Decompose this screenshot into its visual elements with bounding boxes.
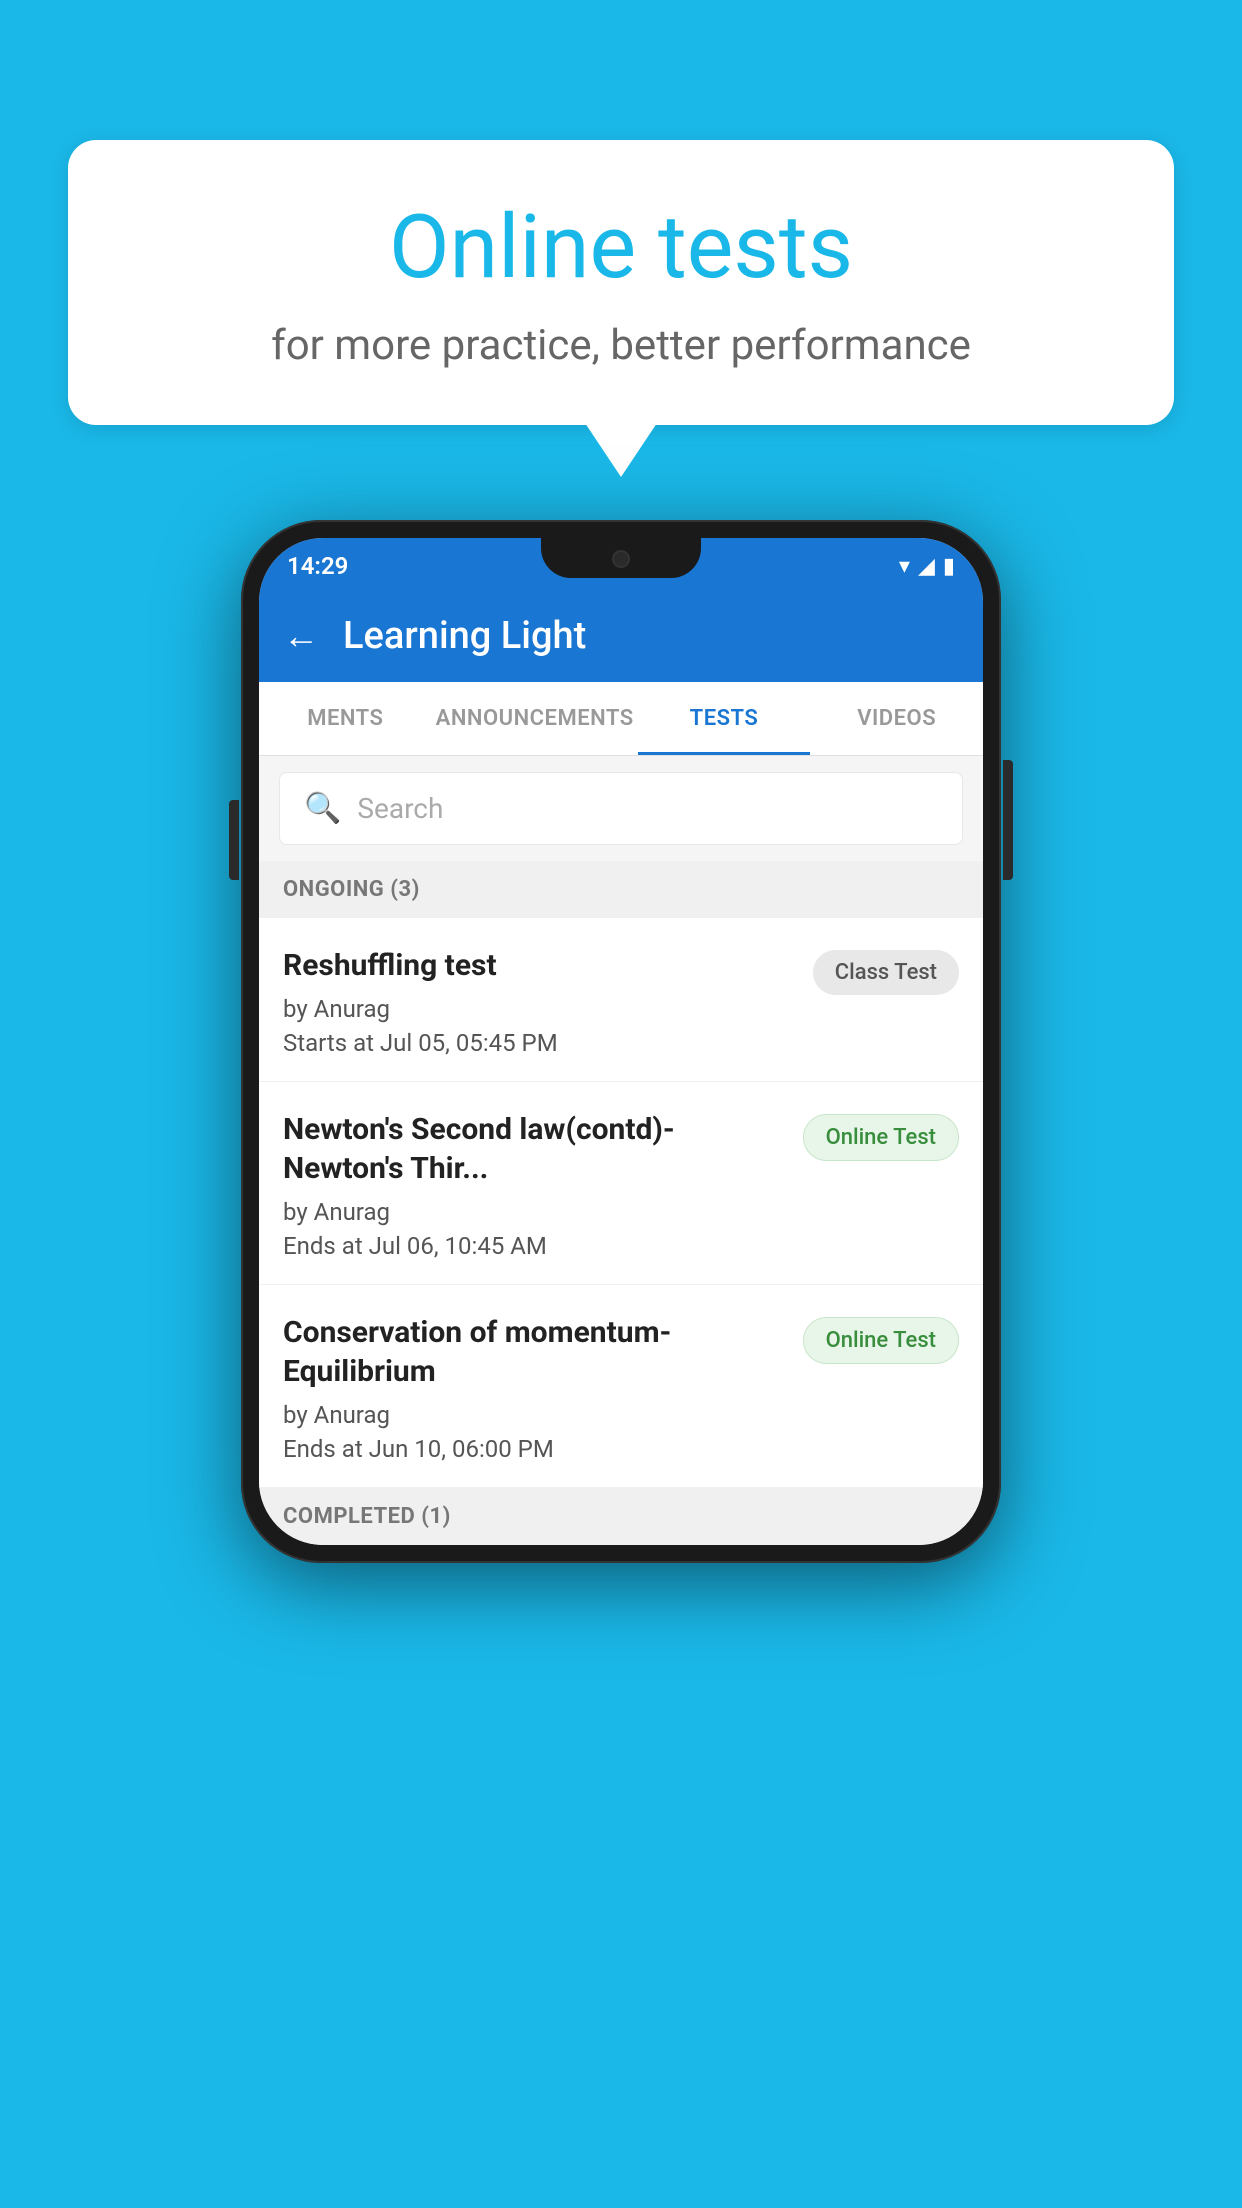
status-icons: ▾ ◢ ▮ bbox=[899, 554, 955, 579]
test-item-reshuffling[interactable]: Reshuffling test by Anurag Starts at Jul… bbox=[259, 918, 983, 1082]
test-title-reshuffling: Reshuffling test bbox=[283, 946, 797, 985]
test-title-conservation: Conservation of momentum-Equilibrium bbox=[283, 1313, 787, 1391]
ongoing-section-header: ONGOING (3) bbox=[259, 861, 983, 918]
completed-section-header: COMPLETED (1) bbox=[259, 1488, 983, 1545]
test-author-conservation: by Anurag bbox=[283, 1401, 787, 1429]
test-author-newtons: by Anurag bbox=[283, 1198, 787, 1226]
test-title-newtons: Newton's Second law(contd)-Newton's Thir… bbox=[283, 1110, 787, 1188]
speech-bubble: Online tests for more practice, better p… bbox=[68, 140, 1174, 425]
test-author-reshuffling: by Anurag bbox=[283, 995, 797, 1023]
phone-notch bbox=[541, 538, 701, 578]
battery-icon: ▮ bbox=[943, 554, 955, 579]
bubble-title: Online tests bbox=[128, 200, 1114, 297]
wifi-icon: ▾ bbox=[899, 554, 910, 579]
tab-bar: MENTS ANNOUNCEMENTS TESTS VIDEOS bbox=[259, 682, 983, 756]
test-badge-conservation: Online Test bbox=[803, 1317, 959, 1364]
status-time: 14:29 bbox=[287, 552, 348, 580]
test-item-content-newtons: Newton's Second law(contd)-Newton's Thir… bbox=[283, 1110, 787, 1260]
signal-icon: ◢ bbox=[918, 554, 935, 579]
tab-announcements[interactable]: ANNOUNCEMENTS bbox=[432, 682, 638, 755]
search-container: 🔍 Search bbox=[259, 756, 983, 861]
bubble-subtitle: for more practice, better performance bbox=[128, 321, 1114, 370]
test-item-content-conservation: Conservation of momentum-Equilibrium by … bbox=[283, 1313, 787, 1463]
test-badge-newtons: Online Test bbox=[803, 1114, 959, 1161]
phone-screen: 14:29 ▾ ◢ ▮ ← Learning Light MENTS ANNOU… bbox=[259, 538, 983, 1545]
tab-videos[interactable]: VIDEOS bbox=[810, 682, 983, 755]
phone-device: 14:29 ▾ ◢ ▮ ← Learning Light MENTS ANNOU… bbox=[241, 520, 1001, 1563]
test-date-conservation: Ends at Jun 10, 06:00 PM bbox=[283, 1435, 787, 1463]
test-badge-reshuffling: Class Test bbox=[813, 950, 959, 995]
test-date-reshuffling: Starts at Jul 05, 05:45 PM bbox=[283, 1029, 797, 1057]
back-button[interactable]: ← bbox=[283, 615, 319, 657]
tab-ments[interactable]: MENTS bbox=[259, 682, 432, 755]
phone-outer-shell: 14:29 ▾ ◢ ▮ ← Learning Light MENTS ANNOU… bbox=[241, 520, 1001, 1563]
test-item-content: Reshuffling test by Anurag Starts at Jul… bbox=[283, 946, 797, 1057]
test-item-newtons[interactable]: Newton's Second law(contd)-Newton's Thir… bbox=[259, 1082, 983, 1285]
test-date-newtons: Ends at Jul 06, 10:45 AM bbox=[283, 1232, 787, 1260]
camera-icon bbox=[612, 550, 630, 568]
app-bar: ← Learning Light bbox=[259, 590, 983, 682]
test-item-conservation[interactable]: Conservation of momentum-Equilibrium by … bbox=[259, 1285, 983, 1488]
search-icon: 🔍 bbox=[304, 791, 341, 826]
search-bar[interactable]: 🔍 Search bbox=[279, 772, 963, 845]
app-bar-title: Learning Light bbox=[343, 614, 586, 658]
search-input[interactable]: Search bbox=[357, 792, 443, 825]
tab-tests[interactable]: TESTS bbox=[638, 682, 811, 755]
